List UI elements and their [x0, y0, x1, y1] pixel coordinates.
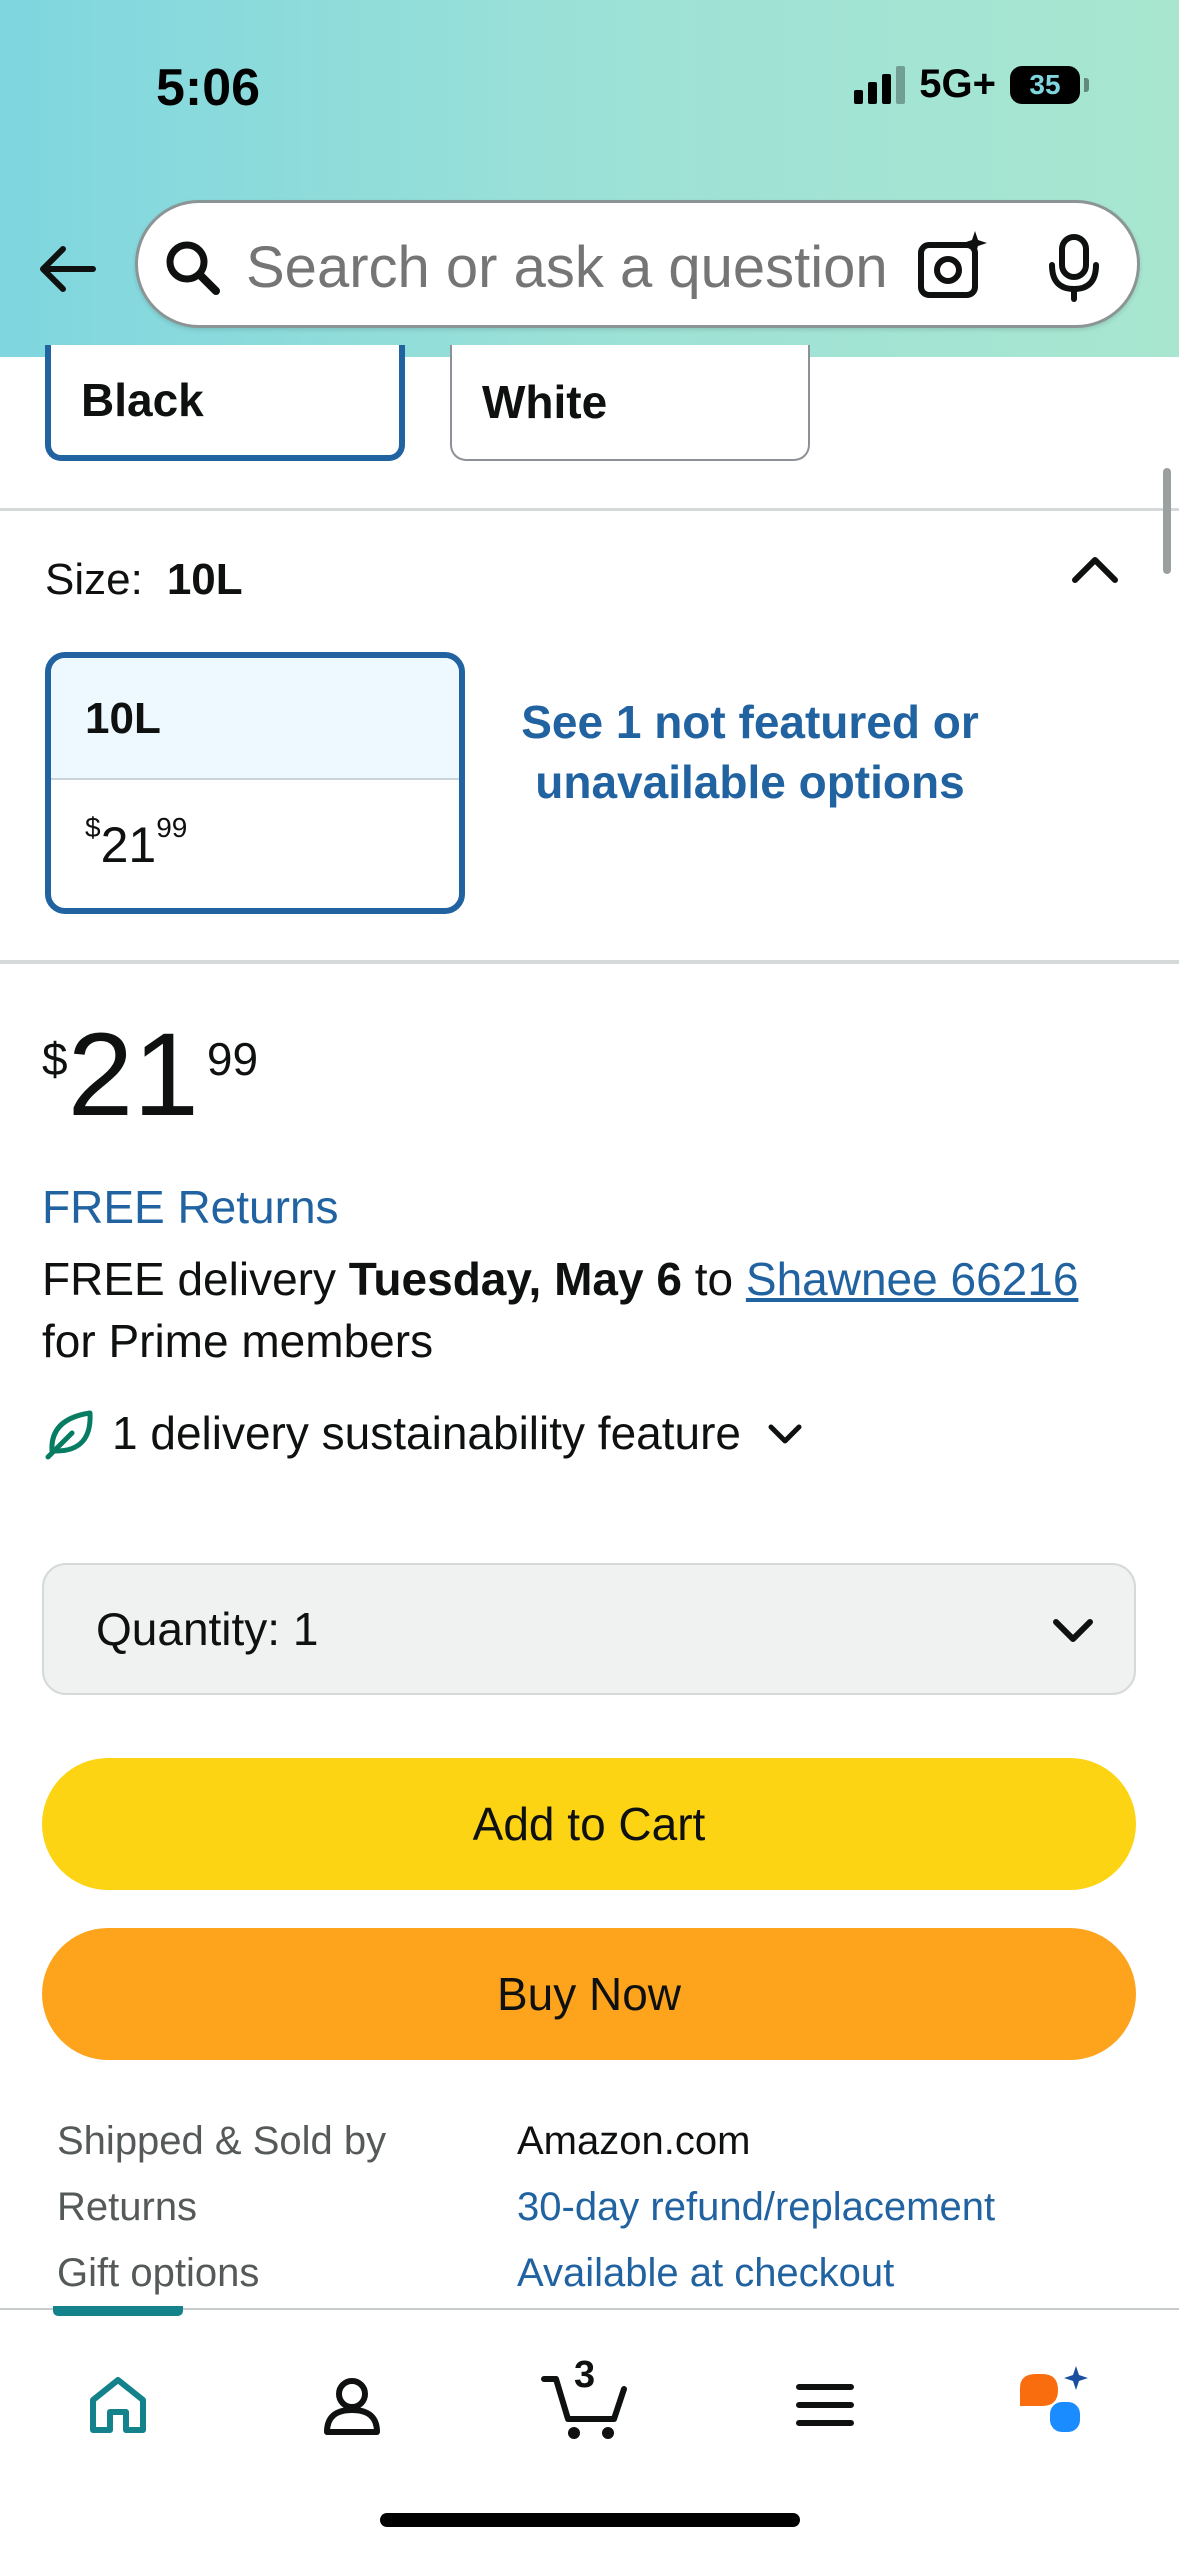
delivery-prefix: FREE delivery	[42, 1253, 336, 1305]
status-time: 5:06	[156, 59, 261, 117]
tab-menu[interactable]	[780, 2360, 870, 2450]
divider	[0, 508, 1179, 511]
returns-key: Returns	[57, 2184, 198, 2229]
battery-icon: 35	[1010, 65, 1080, 104]
price-currency: $	[42, 1033, 68, 1085]
tab-account[interactable]	[307, 2360, 397, 2450]
active-tab-indicator	[53, 2306, 183, 2316]
size-selected-value: 10L	[166, 555, 243, 604]
size-option-price: $2199	[51, 780, 459, 874]
camera-lens-icon[interactable]	[913, 227, 993, 307]
chevron-down-icon	[1053, 1619, 1093, 1642]
scrollbar[interactable]	[1163, 468, 1171, 574]
user-icon	[324, 2378, 380, 2435]
size-price-currency: $	[85, 812, 101, 843]
tab-cart[interactable]: 3	[540, 2354, 630, 2450]
size-label: Size: 10L	[45, 555, 243, 605]
cart-count-badge: 3	[574, 2354, 596, 2396]
divider	[0, 960, 1179, 964]
returns-policy-link[interactable]: 30-day refund/replacement	[517, 2185, 995, 2230]
search-input[interactable]	[246, 229, 946, 305]
not-featured-options-link[interactable]: See 1 not featured or unavailable option…	[500, 692, 1000, 812]
gift-options-link[interactable]: Available at checkout	[517, 2251, 894, 2296]
network-label: 5G+	[919, 62, 996, 106]
buy-now-button[interactable]: Buy Now	[42, 1928, 1136, 2060]
delivery-suffix: for Prime members	[42, 1315, 434, 1367]
seller-row: Returns 30-day refund/replacement	[57, 2174, 1137, 2240]
delivery-location-link[interactable]: Shawnee 66216	[746, 1253, 1079, 1305]
search-icon	[166, 241, 220, 295]
home-indicator	[380, 2513, 800, 2527]
delivery-to: to	[694, 1253, 734, 1305]
add-to-cart-button[interactable]: Add to Cart	[42, 1758, 1136, 1890]
seller-row: Gift options Available at checkout	[57, 2240, 1137, 2306]
size-option-name: 10L	[51, 658, 459, 780]
home-icon	[90, 2377, 146, 2433]
color-option-black[interactable]: Black	[45, 345, 405, 461]
chevron-up-icon[interactable]	[1065, 540, 1125, 600]
size-price-whole: 21	[100, 817, 157, 873]
battery-level: 35	[1029, 68, 1061, 100]
back-button[interactable]	[30, 232, 104, 306]
tab-home[interactable]	[73, 2360, 163, 2450]
gift-options-key: Gift options	[57, 2250, 260, 2295]
header: 5:06 5G+ 35	[0, 0, 1179, 357]
quantity-value: 1	[292, 1603, 319, 1655]
product-price: $ 21 99	[42, 1010, 258, 1140]
seller-info-table: Shipped & Sold by Amazon.com Returns 30-…	[57, 2108, 1137, 2306]
rufus-assistant-icon	[1020, 2366, 1088, 2432]
delivery-info: FREE delivery Tuesday, May 6 to Shawnee …	[42, 1248, 1142, 1372]
size-label-text: Size:	[45, 555, 143, 604]
search-bar[interactable]	[135, 200, 1140, 328]
quantity-dropdown[interactable]: Quantity: 1	[42, 1563, 1136, 1695]
chevron-down-icon	[768, 1424, 802, 1444]
status-icons: 5G+ 35	[854, 62, 1089, 107]
seller-value: Amazon.com	[517, 2118, 751, 2163]
quantity-label: Quantity:	[96, 1603, 281, 1655]
size-option-10l[interactable]: 10L $2199	[45, 652, 465, 914]
free-returns-link[interactable]: FREE Returns	[42, 1180, 339, 1234]
price-fraction: 99	[206, 1033, 259, 1085]
size-price-fraction: 99	[156, 812, 188, 843]
seller-row: Shipped & Sold by Amazon.com	[57, 2108, 1137, 2174]
color-option-white[interactable]: White	[450, 345, 810, 461]
signal-icon	[854, 65, 906, 104]
sustainability-text: 1 delivery sustainability feature	[112, 1407, 741, 1459]
delivery-date: Tuesday, May 6	[348, 1253, 682, 1305]
tab-rufus-assistant[interactable]	[1010, 2360, 1100, 2450]
seller-key: Shipped & Sold by	[57, 2118, 387, 2163]
arrow-left-icon	[40, 246, 96, 292]
microphone-icon[interactable]	[1038, 231, 1110, 303]
price-whole: 21	[67, 1009, 199, 1141]
leaf-icon	[45, 1410, 93, 1460]
menu-icon	[796, 2384, 854, 2426]
sustainability-feature[interactable]: 1 delivery sustainability feature	[42, 1405, 807, 1461]
